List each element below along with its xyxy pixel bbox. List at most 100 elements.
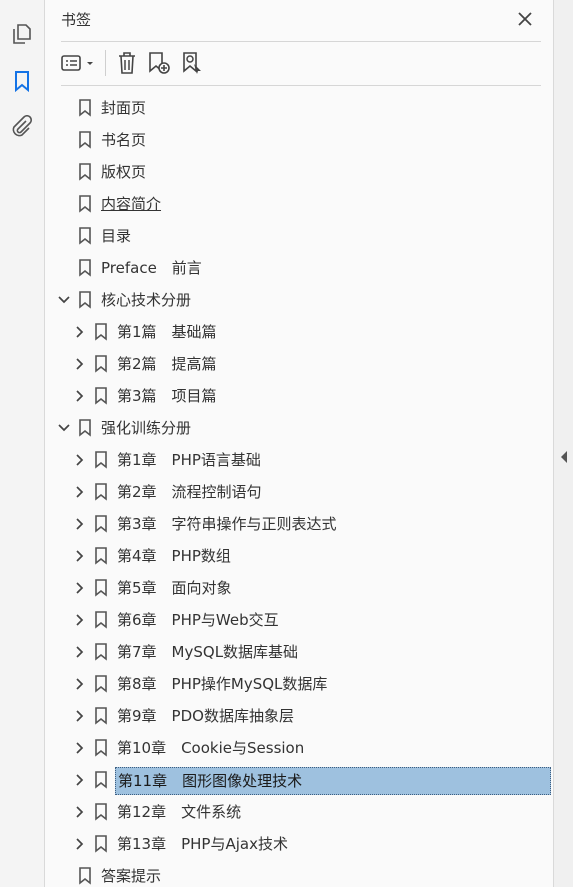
chevron-right-icon[interactable]: [73, 453, 87, 467]
chevron-right-icon[interactable]: [73, 805, 87, 819]
bookmark-icon: [94, 355, 108, 373]
bookmark-label[interactable]: 第10章 Cookie与Session: [115, 735, 306, 761]
bookmark-row[interactable]: 第9章 PDO数据库抽象层: [45, 700, 553, 732]
chevron-down-icon[interactable]: [57, 421, 71, 435]
chevron-right-icon[interactable]: [73, 837, 87, 851]
bookmark-label[interactable]: 第11章 图形图像处理技术: [115, 767, 551, 795]
bookmark-row[interactable]: 目录: [45, 220, 553, 252]
bookmark-label[interactable]: 第13章 PHP与Ajax技术: [115, 831, 290, 857]
options-menu-button[interactable]: [59, 48, 99, 78]
bookmark-label[interactable]: 第8章 PHP操作MySQL数据库: [115, 671, 329, 697]
bookmark-row[interactable]: Preface 前言: [45, 252, 553, 284]
bookmark-icon: [94, 451, 108, 469]
bookmark-label[interactable]: 答案提示: [99, 863, 163, 889]
bookmark-row[interactable]: 内容简介: [45, 188, 553, 220]
chevron-right-icon[interactable]: [73, 613, 87, 627]
close-icon[interactable]: [513, 7, 537, 31]
bookmark-row[interactable]: 第11章 图形图像处理技术: [45, 764, 553, 796]
bookmark-row[interactable]: 第2章 流程控制语句: [45, 476, 553, 508]
bookmark-label[interactable]: 版权页: [99, 159, 148, 185]
bookmark-selection-icon[interactable]: [176, 48, 210, 78]
chevron-right-icon[interactable]: [73, 549, 87, 563]
chevron-right-icon[interactable]: [73, 581, 87, 595]
bookmark-icon: [94, 707, 108, 725]
bookmark-label[interactable]: 强化训练分册: [99, 415, 193, 441]
bookmark-row[interactable]: 核心技术分册: [45, 284, 553, 316]
chevron-down-icon[interactable]: [57, 293, 71, 307]
bookmark-label[interactable]: 目录: [99, 223, 133, 249]
chevron-right-icon[interactable]: [73, 485, 87, 499]
bookmark-label[interactable]: 第3章 字符串操作与正则表达式: [115, 511, 339, 537]
chevron-right-icon[interactable]: [73, 773, 87, 787]
bookmark-label[interactable]: 第1章 PHP语言基础: [115, 447, 263, 473]
panel-splitter[interactable]: [553, 0, 573, 887]
bookmark-row[interactable]: 第10章 Cookie与Session: [45, 732, 553, 764]
bookmark-icon: [94, 387, 108, 405]
bookmark-row[interactable]: 第1章 PHP语言基础: [45, 444, 553, 476]
bookmark-label[interactable]: 第1篇 基础篇: [115, 319, 219, 345]
chevron-right-icon[interactable]: [73, 677, 87, 691]
bookmark-label[interactable]: 第5章 面向对象: [115, 575, 234, 601]
bookmark-icon: [94, 643, 108, 661]
bookmark-row[interactable]: 第3章 字符串操作与正则表达式: [45, 508, 553, 540]
attachment-icon[interactable]: [8, 112, 36, 140]
bookmark-label[interactable]: 第2篇 提高篇: [115, 351, 219, 377]
chevron-right-icon[interactable]: [73, 645, 87, 659]
collapse-arrow-icon[interactable]: [559, 450, 569, 464]
bookmark-label[interactable]: 核心技术分册: [99, 287, 193, 313]
bookmark-icon: [78, 419, 92, 437]
bookmark-row[interactable]: 第4章 PHP数组: [45, 540, 553, 572]
bookmark-label[interactable]: Preface 前言: [99, 255, 204, 281]
bookmark-icon: [94, 515, 108, 533]
bookmark-row[interactable]: 第3篇 项目篇: [45, 380, 553, 412]
chevron-right-icon[interactable]: [73, 517, 87, 531]
bookmark-row[interactable]: 书名页: [45, 124, 553, 156]
bookmark-label[interactable]: 书名页: [99, 127, 148, 153]
bookmark-icon: [78, 163, 92, 181]
pages-icon[interactable]: [8, 20, 36, 48]
chevron-right-icon[interactable]: [73, 389, 87, 403]
bookmark-label[interactable]: 第9章 PDO数据库抽象层: [115, 703, 296, 729]
bookmark-label[interactable]: 第7章 MySQL数据库基础: [115, 639, 300, 665]
bookmark-label[interactable]: 第2章 流程控制语句: [115, 479, 264, 505]
bookmark-row[interactable]: 第13章 PHP与Ajax技术: [45, 828, 553, 860]
bookmark-label[interactable]: 第3篇 项目篇: [115, 383, 219, 409]
panel-title: 书签: [61, 11, 92, 29]
bookmark-icon: [94, 771, 108, 789]
bookmark-row[interactable]: 封面页: [45, 92, 553, 124]
toolbar-separator: [105, 50, 106, 76]
bookmark-row[interactable]: 第6章 PHP与Web交互: [45, 604, 553, 636]
divider: [61, 85, 541, 86]
chevron-right-icon[interactable]: [73, 357, 87, 371]
bookmark-icon: [94, 579, 108, 597]
bookmark-icon: [94, 547, 108, 565]
bookmarks-panel: 书签 封面页书名页版权页内容简介目录 Preface 前言 核心技术分册第1篇 基础…: [45, 0, 553, 887]
bookmark-row[interactable]: 第1篇 基础篇: [45, 316, 553, 348]
chevron-right-icon[interactable]: [73, 741, 87, 755]
bookmark-row[interactable]: 答案提示: [45, 860, 553, 892]
bookmark-label[interactable]: 内容简介: [99, 191, 163, 217]
bookmark-icon[interactable]: [8, 67, 36, 95]
bookmark-row[interactable]: 强化训练分册: [45, 412, 553, 444]
chevron-right-icon[interactable]: [73, 325, 87, 339]
bookmark-icon: [78, 291, 92, 309]
chevron-right-icon[interactable]: [73, 709, 87, 723]
bookmark-row[interactable]: 第8章 PHP操作MySQL数据库: [45, 668, 553, 700]
bookmark-label[interactable]: 第12章 文件系统: [115, 799, 243, 825]
bookmark-row[interactable]: 第5章 面向对象: [45, 572, 553, 604]
bookmark-row[interactable]: 第2篇 提高篇: [45, 348, 553, 380]
bookmark-icon: [78, 131, 92, 149]
bookmark-icon: [78, 259, 92, 277]
navigation-rail: [0, 0, 45, 887]
bookmark-label[interactable]: 第4章 PHP数组: [115, 543, 233, 569]
bookmark-icon: [94, 483, 108, 501]
bookmark-row[interactable]: 版权页: [45, 156, 553, 188]
bookmark-icon: [94, 675, 108, 693]
trash-icon[interactable]: [112, 48, 142, 78]
bookmark-label[interactable]: 第6章 PHP与Web交互: [115, 607, 281, 633]
bookmark-row[interactable]: 第7章 MySQL数据库基础: [45, 636, 553, 668]
add-bookmark-icon[interactable]: [142, 48, 176, 78]
bookmark-label[interactable]: 封面页: [99, 95, 148, 121]
bookmark-row[interactable]: 第12章 文件系统: [45, 796, 553, 828]
bookmark-icon: [94, 835, 108, 853]
